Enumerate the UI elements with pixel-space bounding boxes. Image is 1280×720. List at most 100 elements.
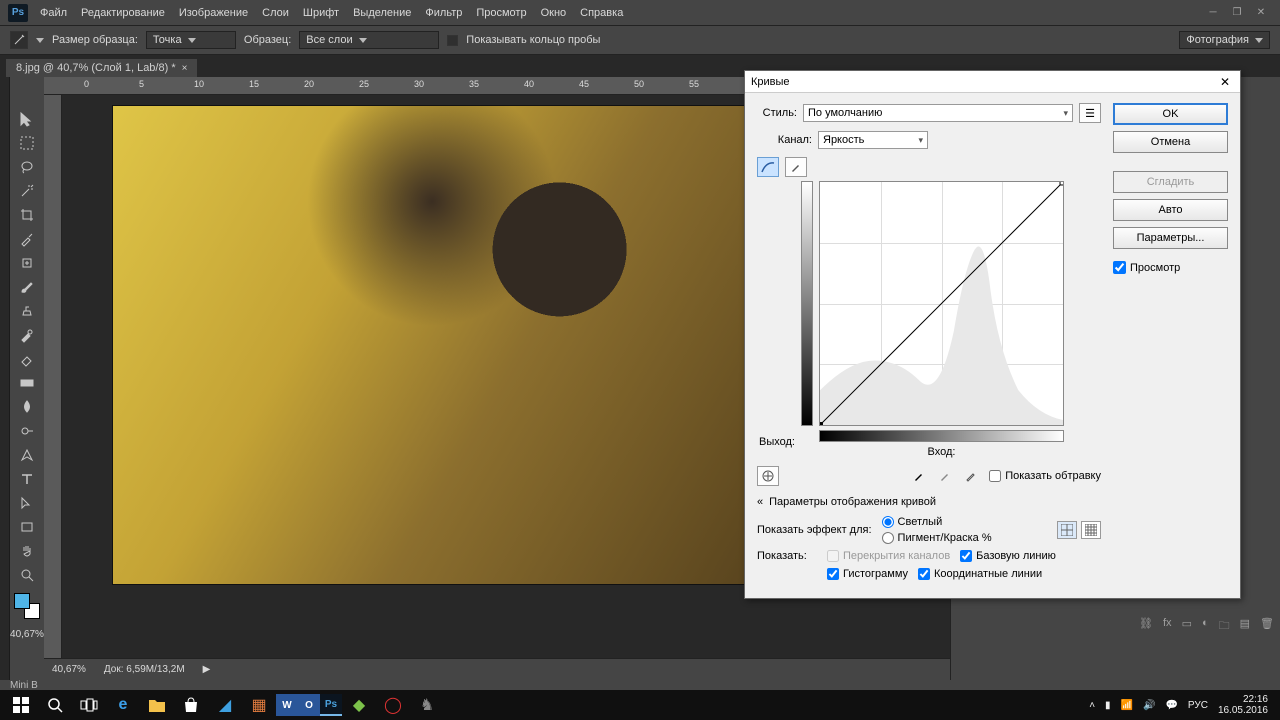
zoom-display[interactable]: 40,67%	[52, 664, 86, 675]
menu-filter[interactable]: Фильтр	[425, 7, 462, 19]
display-options-disclosure[interactable]: « Параметры отображения кривой	[757, 496, 1101, 508]
pigment-radio[interactable]: Пигмент/Краска %	[882, 532, 992, 544]
word-icon[interactable]: W	[276, 694, 298, 716]
action-center-icon[interactable]: 💬	[1165, 700, 1177, 711]
layer-mask-icon[interactable]: ▭	[1182, 617, 1192, 636]
menu-select[interactable]: Выделение	[353, 7, 411, 19]
outlook-icon[interactable]: O	[298, 694, 320, 716]
gradient-tool[interactable]	[13, 371, 41, 395]
grid-simple-icon[interactable]	[1057, 521, 1077, 539]
minimize-button[interactable]: ─	[1202, 5, 1224, 21]
zoom-tool[interactable]	[13, 563, 41, 587]
task-view-icon[interactable]	[72, 690, 106, 720]
intersection-lines-checkbox[interactable]: Координатные линии	[918, 568, 1042, 580]
curve-point-tool[interactable]	[757, 157, 779, 177]
wifi-icon[interactable]: 📶	[1121, 700, 1133, 711]
battery-icon[interactable]: ▮	[1105, 700, 1111, 711]
menu-view[interactable]: Просмотр	[476, 7, 526, 19]
menu-type[interactable]: Шрифт	[303, 7, 339, 19]
search-icon[interactable]	[38, 690, 72, 720]
menu-window[interactable]: Окно	[541, 7, 567, 19]
healing-brush-tool[interactable]	[13, 251, 41, 275]
menu-image[interactable]: Изображение	[179, 7, 248, 19]
layer-style-icon[interactable]: fx	[1163, 617, 1172, 636]
on-image-adjust-tool[interactable]	[757, 466, 779, 486]
options-button[interactable]: Параметры...	[1113, 227, 1228, 249]
foreground-color-swatch[interactable]	[14, 593, 30, 609]
gray-point-eyedropper[interactable]	[937, 468, 953, 484]
link-layers-icon[interactable]: ⛓	[1139, 617, 1153, 636]
auto-button[interactable]: Авто	[1113, 199, 1228, 221]
blur-tool[interactable]	[13, 395, 41, 419]
mini-bridge-tab[interactable]: Mini B	[0, 680, 1280, 690]
workspace-switcher[interactable]: Фотография	[1179, 31, 1270, 49]
tab-close-icon[interactable]: ×	[182, 63, 188, 74]
color-swatches[interactable]	[14, 593, 40, 619]
photoshop-taskbar-icon[interactable]: Ps	[320, 694, 342, 716]
system-clock[interactable]: 22:16 16.05.2016	[1218, 694, 1268, 716]
vertical-ruler[interactable]	[44, 95, 62, 680]
volume-icon[interactable]: 🔊	[1143, 700, 1155, 711]
doc-size-display[interactable]: Док: 6,59M/13,2M	[104, 664, 185, 675]
sample-source-dropdown[interactable]: Все слои	[299, 31, 439, 49]
magic-wand-tool[interactable]	[13, 179, 41, 203]
cancel-button[interactable]: Отмена	[1113, 131, 1228, 153]
lasso-tool[interactable]	[13, 155, 41, 179]
hand-tool[interactable]	[13, 539, 41, 563]
curve-pencil-tool[interactable]	[785, 157, 807, 177]
dodge-tool[interactable]	[13, 419, 41, 443]
brush-tool[interactable]	[13, 275, 41, 299]
menu-edit[interactable]: Редактирование	[81, 7, 165, 19]
crop-tool[interactable]	[13, 203, 41, 227]
move-tool[interactable]	[13, 107, 41, 131]
tray-up-icon[interactable]: ˄	[1089, 700, 1095, 711]
edge-icon[interactable]: e	[106, 690, 140, 720]
file-explorer-icon[interactable]	[140, 690, 174, 720]
rectangle-tool[interactable]	[13, 515, 41, 539]
app-icon-2[interactable]: ▦	[242, 690, 276, 720]
eraser-tool[interactable]	[13, 347, 41, 371]
app-icon-4[interactable]: ♞	[410, 690, 444, 720]
show-clipping-checkbox[interactable]: Показать обтравку	[989, 470, 1101, 482]
menu-help[interactable]: Справка	[580, 7, 623, 19]
delete-icon[interactable]: 🗑	[1260, 617, 1274, 636]
black-point-eyedropper[interactable]	[911, 468, 927, 484]
menu-layer[interactable]: Слои	[262, 7, 289, 19]
clone-stamp-tool[interactable]	[13, 299, 41, 323]
ok-button[interactable]: OK	[1113, 103, 1228, 125]
history-brush-tool[interactable]	[13, 323, 41, 347]
document-tab[interactable]: 8.jpg @ 40,7% (Слой 1, Lab/8) * ×	[6, 59, 197, 77]
preset-menu-icon[interactable]: ☰	[1079, 103, 1101, 123]
light-radio[interactable]: Светлый	[882, 516, 992, 528]
path-selection-tool[interactable]	[13, 491, 41, 515]
marquee-tool[interactable]	[13, 131, 41, 155]
pen-tool[interactable]	[13, 443, 41, 467]
show-sampling-ring-checkbox[interactable]	[447, 35, 458, 46]
close-button[interactable]: ✕	[1250, 5, 1272, 21]
adjustment-layer-icon[interactable]: ◐	[1202, 617, 1209, 636]
dialog-titlebar[interactable]: Кривые ✕	[745, 71, 1240, 93]
collapsed-panel-strip[interactable]	[0, 77, 10, 680]
group-icon[interactable]: 🗀	[1219, 617, 1230, 636]
status-arrow-icon[interactable]: ▶	[203, 664, 211, 675]
eyedropper-tool[interactable]	[13, 227, 41, 251]
preset-dropdown[interactable]: По умолчанию ▾	[803, 104, 1073, 122]
chevron-down-icon[interactable]	[36, 38, 44, 43]
start-button[interactable]	[4, 690, 38, 720]
white-point-eyedropper[interactable]	[963, 468, 979, 484]
histogram-checkbox[interactable]: Гистограмму	[827, 568, 908, 580]
new-layer-icon[interactable]: ▤	[1240, 617, 1250, 636]
restore-button[interactable]: ❐	[1226, 5, 1248, 21]
store-icon[interactable]	[174, 690, 208, 720]
type-tool[interactable]	[13, 467, 41, 491]
grid-detailed-icon[interactable]	[1081, 521, 1101, 539]
channel-dropdown[interactable]: Яркость ▾	[818, 131, 928, 149]
app-icon-1[interactable]: ◢	[208, 690, 242, 720]
tool-preset-picker[interactable]	[10, 31, 28, 49]
language-indicator[interactable]: РУС	[1188, 700, 1208, 711]
curve-graph[interactable]	[819, 181, 1064, 426]
app-icon-3[interactable]: ◆	[342, 690, 376, 720]
dialog-close-icon[interactable]: ✕	[1216, 75, 1234, 89]
opera-icon[interactable]: ◯	[376, 690, 410, 720]
sample-size-dropdown[interactable]: Точка	[146, 31, 236, 49]
